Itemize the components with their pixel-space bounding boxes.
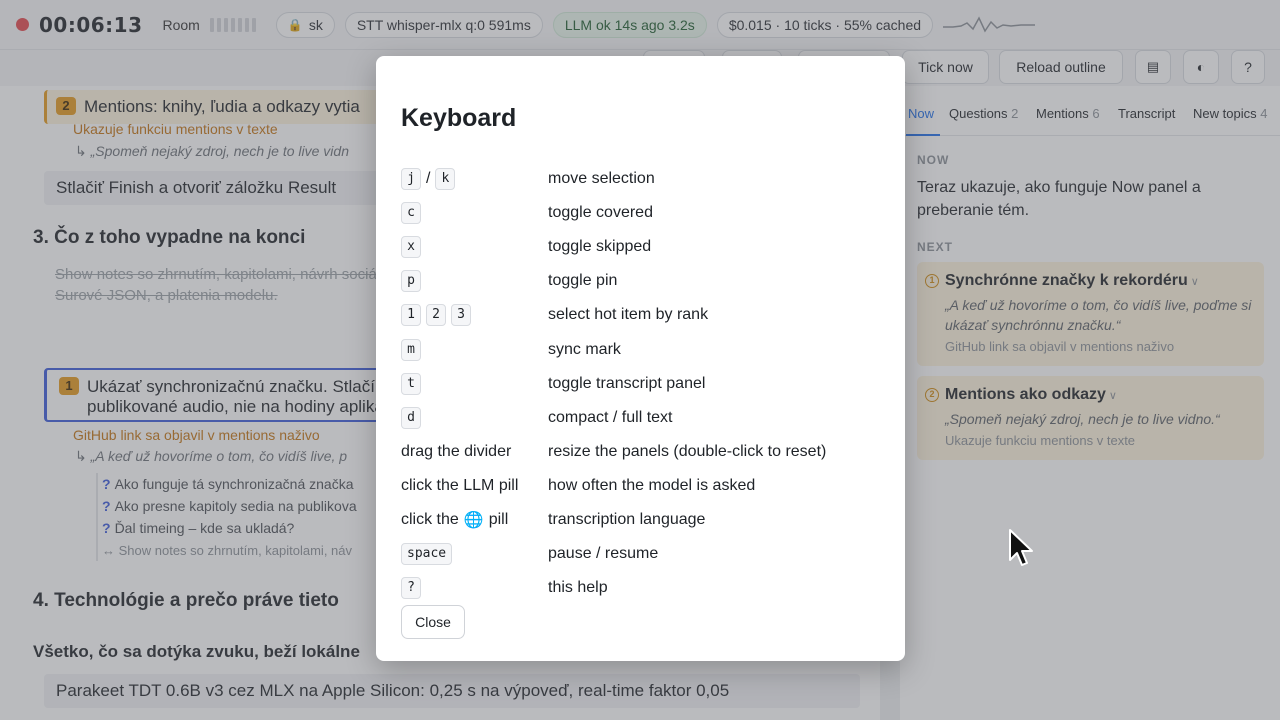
shortcut-description: sync mark (548, 341, 621, 358)
shortcut-row: d compact / full text (401, 405, 891, 431)
shortcut-description: transcription language (548, 511, 706, 528)
key-c: c (401, 202, 421, 224)
key-2: 2 (426, 304, 446, 326)
key-p: p (401, 270, 421, 292)
shortcut-row: ? this help (401, 575, 891, 601)
shortcut-description: toggle covered (548, 204, 653, 221)
close-button[interactable]: Close (401, 605, 465, 639)
key-d: d (401, 407, 421, 429)
shortcut-description: select hot item by rank (548, 306, 709, 323)
key-question: ? (401, 577, 421, 599)
shortcut-description: this help (548, 579, 608, 596)
shortcut-row: p toggle pin (401, 268, 891, 294)
shortcut-row: 123 select hot item by rank (401, 302, 891, 328)
shortcut-row: x toggle skipped (401, 234, 891, 260)
key-t: t (401, 373, 421, 395)
mouse-cursor-icon (1009, 529, 1033, 566)
shortcut-row: t toggle transcript panel (401, 371, 891, 397)
shortcut-row: c toggle covered (401, 200, 891, 226)
shortcut-description: move selection (548, 170, 655, 187)
key-3: 3 (451, 304, 471, 326)
shortcut-description: toggle skipped (548, 238, 652, 255)
shortcut-row: drag the divider resize the panels (doub… (401, 439, 891, 465)
key-k: k (435, 168, 456, 190)
shortcut-description: toggle transcript panel (548, 375, 706, 392)
key-m: m (401, 339, 421, 361)
keyboard-help-dialog: Keyboard j / k move selection c toggle cov… (376, 56, 905, 661)
shortcut-description: pause / resume (548, 545, 659, 562)
shortcut-row: click the 🌐 pill transcription language (401, 511, 706, 529)
globe-icon: 🌐 (463, 512, 484, 529)
shortcut-action-text: drag the divider (401, 443, 512, 460)
shortcut-description: resize the panels (double-click to reset… (548, 443, 827, 460)
key-j: j (401, 168, 421, 190)
shortcut-description: toggle pin (548, 272, 618, 289)
shortcut-row: space pause / resume (401, 541, 891, 567)
shortcut-description: compact / full text (548, 409, 673, 426)
key-x: x (401, 236, 421, 258)
shortcut-action-text: click the LLM pill (401, 477, 519, 494)
shortcut-description: how often the model is asked (548, 477, 756, 494)
shortcut-row: click the LLM pill how often the model i… (401, 473, 891, 499)
shortcut-row: j / k move selection (401, 166, 891, 192)
shortcut-row: m sync mark (401, 337, 891, 363)
dialog-title: Keyboard (401, 104, 517, 132)
key-space: space (401, 543, 453, 565)
key-1: 1 (401, 304, 421, 326)
